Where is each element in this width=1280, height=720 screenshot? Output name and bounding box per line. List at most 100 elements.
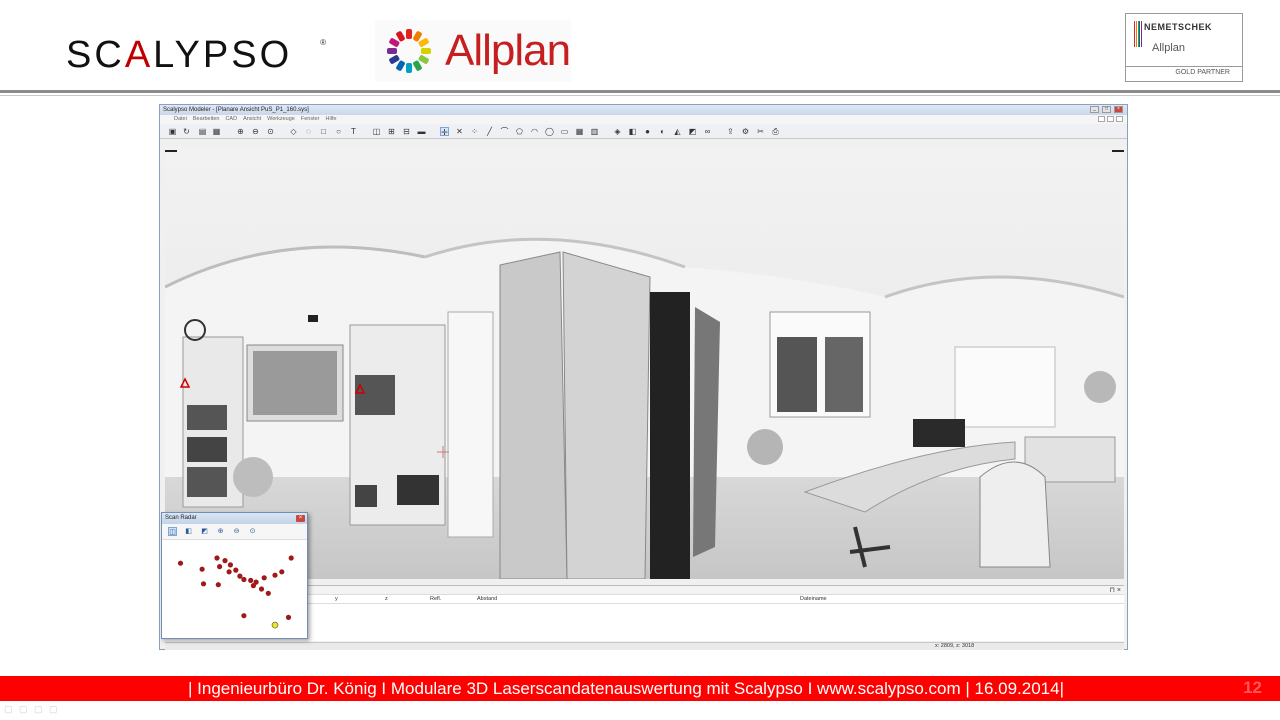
menu-fenster[interactable]: Fenster: [301, 115, 320, 124]
link-icon[interactable]: ∞: [703, 127, 712, 136]
scan-radar-titlebar[interactable]: Scan Radar ×: [162, 513, 307, 524]
layer-icon[interactable]: ◈: [613, 127, 622, 136]
column-y[interactable]: y: [335, 596, 338, 602]
column-z[interactable]: z: [385, 596, 388, 602]
menu-cad[interactable]: CAD: [225, 115, 237, 124]
scan-position-point[interactable]: [177, 560, 184, 566]
zoom-out-icon[interactable]: ⊖: [251, 127, 260, 136]
view-xy-icon[interactable]: ⊞: [387, 127, 396, 136]
radar-zoom-in-icon[interactable]: ⊕: [216, 527, 225, 536]
maximize-button[interactable]: □: [1102, 106, 1111, 113]
mdi-minimize-button[interactable]: [1098, 116, 1105, 122]
scan-position-point[interactable]: [272, 572, 278, 578]
panorama-icon[interactable]: ▬: [417, 127, 426, 136]
scan-position-point[interactable]: [226, 569, 232, 575]
scan-position-point[interactable]: [200, 581, 207, 587]
main-toolbar: ▣ ↻ ▤ ▦ ⊕ ⊖ ⊙ ◇ ◌ □ ○ T ◫ ⊞ ⊟ ▬ ✛ ✕ ⁘ ╱ …: [160, 124, 1127, 139]
scan-position-point[interactable]: [250, 583, 256, 589]
header-divider-thin: [0, 95, 1280, 96]
polyline-icon[interactable]: ⌒: [500, 127, 509, 136]
scan-position-point[interactable]: [248, 577, 254, 583]
scan-position-point[interactable]: [233, 567, 239, 573]
arc-icon[interactable]: ◠: [530, 127, 539, 136]
scan-position-point[interactable]: [241, 576, 247, 583]
scan-radar-close-button[interactable]: ×: [296, 515, 305, 522]
text-tool-icon[interactable]: T: [349, 127, 358, 136]
zoom-fit-icon[interactable]: ⊙: [266, 127, 275, 136]
polygon-icon[interactable]: ⬠: [515, 127, 524, 136]
view-xz-icon[interactable]: ⊟: [402, 127, 411, 136]
crosshair-tool-icon[interactable]: ✛: [440, 127, 449, 137]
active-scan-position-point[interactable]: [271, 621, 279, 629]
scan-position-point[interactable]: [217, 564, 223, 570]
point-table-header-bar: ⊓ ×: [165, 586, 1124, 595]
scan-position-point[interactable]: [265, 590, 271, 596]
radar-layers-icon[interactable]: ◧: [184, 527, 193, 536]
scan-position-point[interactable]: [199, 566, 205, 572]
scan-position-point[interactable]: [285, 614, 292, 620]
minimize-button[interactable]: _: [1090, 106, 1099, 113]
close-button[interactable]: ×: [1114, 106, 1123, 113]
scan-position-point[interactable]: [214, 555, 220, 561]
circle-fit-icon[interactable]: ◯: [545, 127, 554, 136]
window-controls: _ □ ×: [1090, 106, 1123, 113]
radar-zoom-out-icon[interactable]: ⊖: [232, 527, 241, 536]
scan-position-point[interactable]: [288, 555, 294, 561]
menu-ansicht[interactable]: Ansicht: [243, 115, 261, 124]
scan-position-point[interactable]: [215, 582, 221, 588]
scan-position-point[interactable]: [222, 558, 228, 564]
scan-radar-plot[interactable]: [162, 541, 307, 637]
menu-werkzeuge[interactable]: Werkzeuge: [267, 115, 295, 124]
scan-position-point[interactable]: [258, 586, 265, 592]
select-polygon-icon[interactable]: ◇: [289, 127, 298, 136]
plane-fit-icon[interactable]: ▭: [560, 127, 569, 136]
grid-icon[interactable]: ▦: [575, 127, 584, 136]
point-cloud-icon[interactable]: ⁘: [470, 127, 479, 136]
panorama-scan-image: [165, 147, 1124, 579]
open-file-icon[interactable]: ▣: [168, 127, 177, 136]
table-icon[interactable]: ▥: [590, 127, 599, 136]
cube-icon[interactable]: ◧: [628, 127, 637, 136]
panorama-viewport[interactable]: [165, 147, 1124, 579]
view-3d-icon[interactable]: ◫: [372, 127, 381, 136]
circle-icon[interactable]: ○: [334, 127, 343, 136]
tools-icon[interactable]: ✂: [756, 127, 765, 136]
sphere-icon[interactable]: ●: [643, 127, 652, 136]
column-refl[interactable]: Refl.: [430, 596, 441, 602]
pane-close-icon[interactable]: ⊓ ×: [1110, 586, 1122, 594]
cylinder-icon[interactable]: ◐: [658, 127, 667, 136]
nemetschek-partner-badge: NEMETSCHEK Allplan GOLD PARTNER: [1125, 13, 1243, 82]
partner-level: GOLD PARTNER: [1175, 69, 1230, 76]
zoom-in-icon[interactable]: ⊕: [236, 127, 245, 136]
mdi-close-button[interactable]: [1116, 116, 1123, 122]
allplan-logo: Allplan: [375, 20, 571, 82]
mdi-restore-button[interactable]: [1107, 116, 1114, 122]
column-dateiname[interactable]: Dateiname: [800, 596, 827, 602]
print-icon[interactable]: ⎙: [771, 127, 780, 136]
menu-hilfe[interactable]: Hilfe: [326, 115, 337, 124]
mesh-icon[interactable]: ◩: [688, 127, 697, 136]
scan-position-point[interactable]: [237, 573, 243, 579]
menu-datei[interactable]: Datei: [174, 115, 187, 124]
radar-zoom-fit-icon[interactable]: ⊙: [248, 527, 257, 536]
reload-icon[interactable]: ↻: [182, 127, 191, 136]
scan-position-point[interactable]: [279, 569, 285, 575]
rectangle-icon[interactable]: □: [319, 127, 328, 136]
settings-icon[interactable]: ⚙: [741, 127, 750, 136]
cone-icon[interactable]: ◭: [673, 127, 682, 136]
radar-view-icon[interactable]: ◫: [168, 527, 177, 536]
menu-bearbeiten[interactable]: Bearbeiten: [193, 115, 220, 124]
scan-position-point[interactable]: [241, 613, 247, 619]
scan-radar-panel[interactable]: Scan Radar × ◫ ◧ ◩ ⊕ ⊖ ⊙: [161, 512, 308, 639]
radar-copy-icon[interactable]: ◩: [200, 527, 209, 536]
save-all-icon[interactable]: ▦: [212, 127, 221, 136]
select-lasso-icon[interactable]: ◌: [304, 127, 313, 136]
delete-point-icon[interactable]: ✕: [455, 127, 464, 136]
export-icon[interactable]: ⇪: [726, 127, 735, 136]
scan-position-point[interactable]: [227, 562, 233, 568]
footer-ghost-icons: ▢ ▢ ▢ ▢: [4, 704, 60, 714]
line-tool-icon[interactable]: ╱: [485, 127, 494, 136]
column-abstand[interactable]: Abstand: [477, 596, 497, 602]
save-icon[interactable]: ▤: [198, 127, 207, 136]
scan-position-point[interactable]: [261, 575, 267, 581]
